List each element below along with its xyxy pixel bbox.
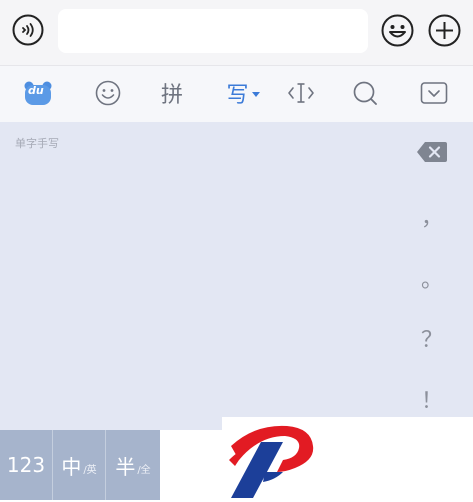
- period-key[interactable]: 。: [412, 262, 452, 294]
- half-label: 半: [115, 454, 136, 479]
- hide-keyboard-icon: [420, 82, 448, 104]
- backspace-button[interactable]: [416, 140, 448, 164]
- logo-text: du: [28, 84, 44, 97]
- baidu-input-logo-button[interactable]: du: [22, 76, 54, 110]
- search-button[interactable]: [350, 76, 380, 110]
- numbers-key-label: 123: [6, 453, 46, 477]
- english-label: /英: [83, 464, 97, 476]
- numbers-key[interactable]: 123: [0, 430, 52, 500]
- cursor-icon: [288, 83, 314, 103]
- search-icon: [353, 81, 377, 105]
- handwriting-mode-button[interactable]: 写: [222, 76, 264, 110]
- message-input[interactable]: [58, 9, 368, 53]
- voice-icon: [12, 14, 44, 46]
- brand-logo: [225, 420, 320, 498]
- pinyin-label: 拼: [160, 83, 183, 108]
- brand-logo-mark: [229, 425, 314, 498]
- voice-input-button[interactable]: [12, 14, 44, 46]
- handwriting-pad[interactable]: [0, 122, 473, 430]
- more-button[interactable]: [428, 14, 461, 47]
- chinese-label: 中: [61, 454, 82, 479]
- plus-icon: [428, 14, 461, 47]
- comma-key[interactable]: ，: [412, 200, 452, 232]
- question-key[interactable]: ？: [412, 322, 452, 354]
- emoji-icon: [95, 80, 121, 106]
- smiley-icon: [381, 14, 414, 47]
- caret-down-icon: [251, 92, 260, 97]
- hide-keyboard-button[interactable]: [418, 76, 450, 110]
- emoji-button[interactable]: [381, 14, 414, 47]
- full-label: /全: [137, 464, 151, 476]
- pinyin-mode-button[interactable]: 拼: [155, 76, 189, 110]
- cursor-move-button[interactable]: [286, 76, 316, 110]
- chinese-english-toggle-key[interactable]: 中 /英: [53, 430, 105, 500]
- half-full-width-toggle-key[interactable]: 半 /全: [106, 430, 160, 500]
- handwriting-label: 写: [226, 83, 249, 108]
- exclaim-key[interactable]: ！: [412, 383, 452, 415]
- backspace-icon: [417, 142, 447, 162]
- handwriting-hint: 单字手写: [15, 137, 59, 150]
- emoji-panel-button[interactable]: [93, 76, 123, 110]
